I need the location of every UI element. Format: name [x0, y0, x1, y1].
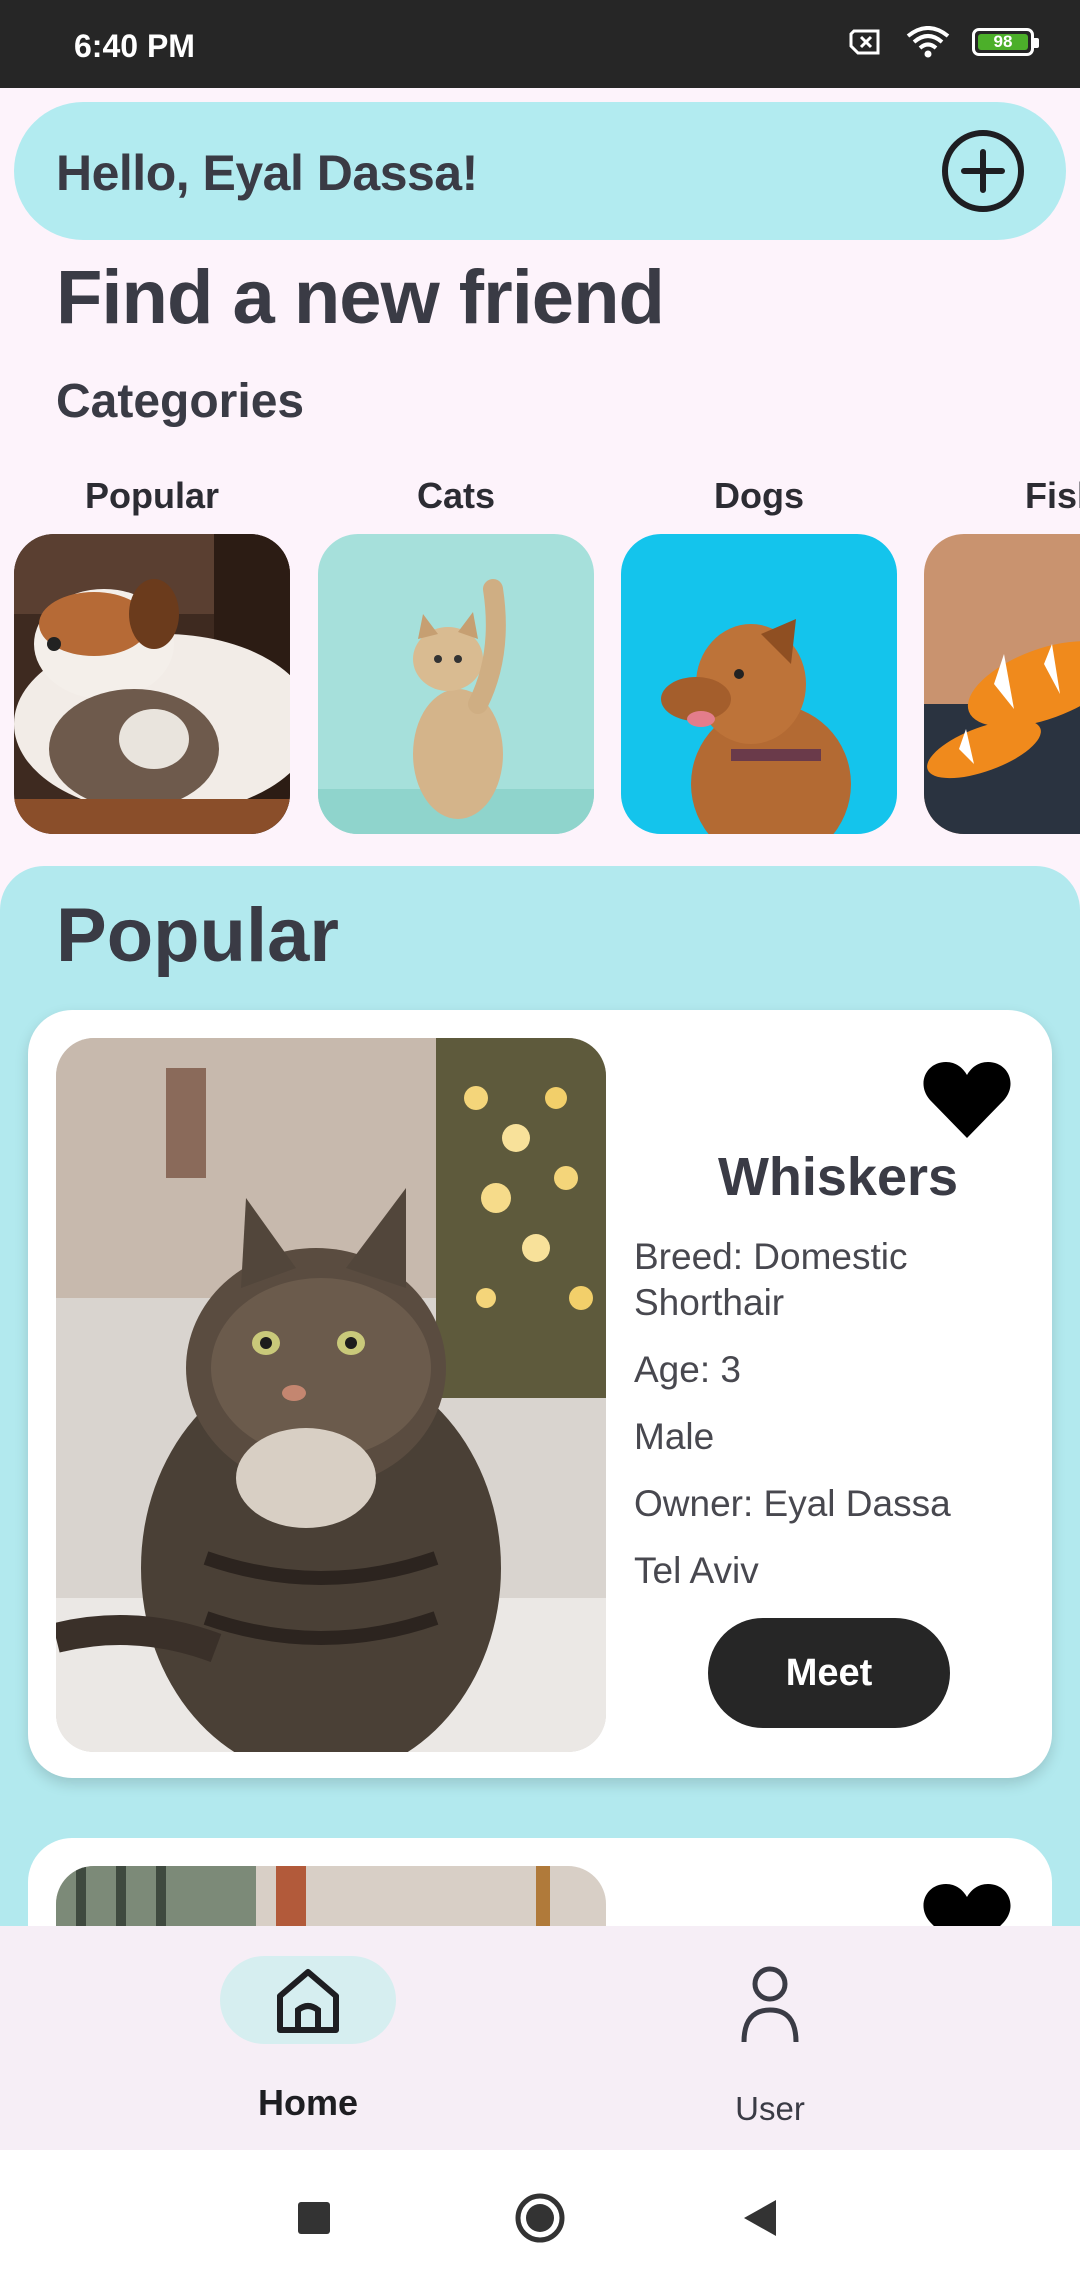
bottom-nav: Home User	[0, 1926, 1080, 2150]
category-dogs-image	[621, 534, 897, 834]
home-circle-icon[interactable]	[514, 2192, 566, 2244]
category-label: Dogs	[714, 475, 804, 516]
category-list: Popular Cats Dogs Fis	[0, 466, 1080, 846]
pet-name: Whiskers	[717, 1147, 959, 1207]
back-icon[interactable]	[742, 2198, 778, 2238]
status-bar: 6:40 PM 98	[0, 0, 1080, 88]
pet-photo	[56, 1038, 606, 1752]
category-label: Popular	[84, 475, 219, 516]
category-dogs[interactable]: Dogs	[621, 466, 897, 834]
nav-home-label: Home	[257, 2082, 359, 2123]
system-nav-bar	[0, 2150, 1080, 2280]
category-cats-image	[318, 534, 594, 834]
category-popular-image	[14, 534, 290, 834]
categories-heading: Categories	[56, 375, 305, 428]
popular-section: Popular Whiskers Breed: Domestic Shortha…	[0, 866, 1080, 2066]
pet-age: Age: 3	[634, 1349, 741, 1390]
category-label: Fish	[1024, 475, 1080, 516]
page-title: Find a new friend	[56, 255, 665, 340]
add-button[interactable]	[940, 128, 1026, 214]
pet-card[interactable]: Whiskers Breed: Domestic Shorthair Age: …	[28, 1010, 1052, 1778]
status-icons: 98	[848, 26, 1039, 58]
category-cats[interactable]: Cats	[318, 466, 594, 834]
sim-icon	[849, 29, 880, 55]
status-time: 6:40 PM	[74, 28, 195, 64]
greeting-text: Hello, Eyal Dassa!	[56, 145, 478, 201]
meet-button[interactable]: Meet	[708, 1618, 950, 1728]
pet-breed: Breed: Domestic Shorthair	[634, 1236, 908, 1323]
home-icon	[277, 1969, 339, 2033]
category-popular[interactable]: Popular	[14, 466, 290, 834]
favorite-heart-icon[interactable]	[922, 1060, 1012, 1140]
popular-heading: Popular	[56, 893, 339, 978]
pet-gender: Male	[634, 1416, 715, 1457]
battery-level: 98	[993, 32, 1013, 51]
wifi-icon	[906, 26, 950, 58]
pet-info: Breed: Domestic Shorthair Age: 3 Male Ow…	[634, 1234, 1034, 1615]
category-label: Cats	[416, 475, 496, 516]
recents-icon[interactable]	[296, 2200, 332, 2236]
category-fish-image	[924, 534, 1080, 834]
nav-user-label: User	[735, 2090, 805, 2127]
pet-location: Tel Aviv	[634, 1550, 759, 1591]
category-fish[interactable]: Fish	[924, 466, 1080, 834]
greeting-bar: Hello, Eyal Dassa!	[14, 102, 1066, 240]
battery-icon: 98	[972, 28, 1039, 56]
user-icon	[741, 1966, 799, 2043]
pet-owner: Owner: Eyal Dassa	[634, 1483, 951, 1524]
